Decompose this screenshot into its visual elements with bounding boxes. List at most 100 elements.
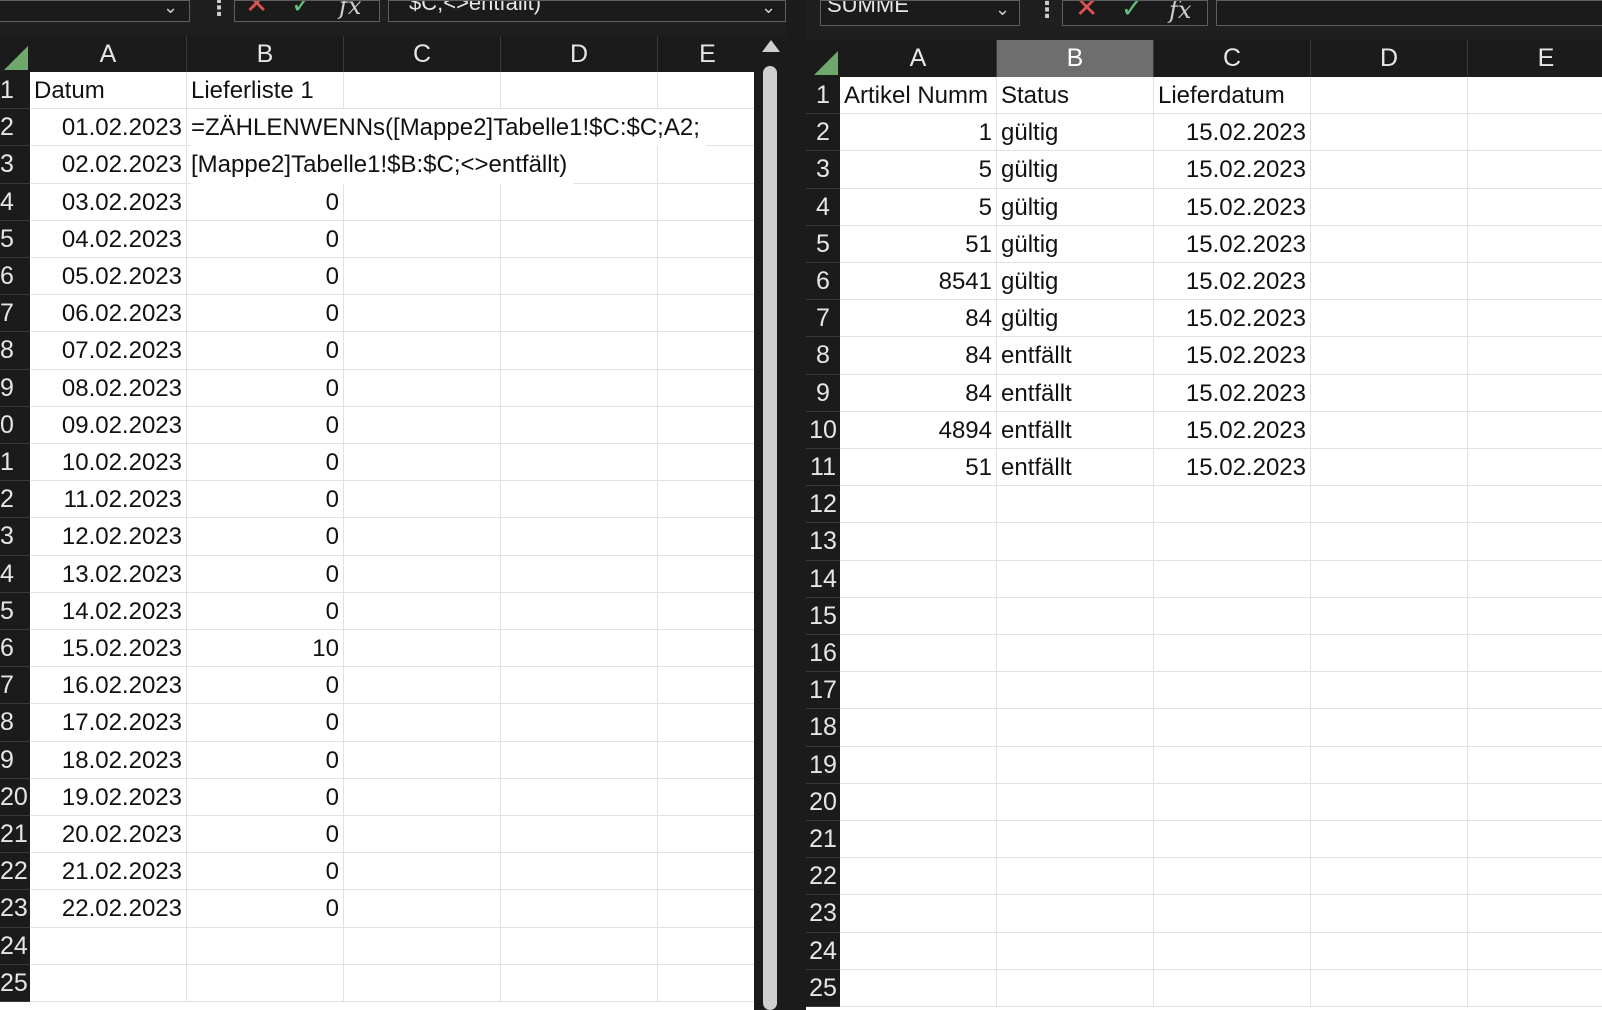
cell-d13[interactable] (1311, 523, 1468, 561)
row-header-25[interactable]: 25 (806, 969, 840, 1007)
cell-b15[interactable] (997, 597, 1154, 635)
chevron-down-icon[interactable]: ⌄ (163, 1, 178, 17)
cell-d5[interactable] (1311, 225, 1468, 263)
cell-a12[interactable]: 11.02.2023 (30, 481, 187, 519)
cell-b22[interactable] (997, 858, 1154, 896)
row-header-23[interactable]: 23 (806, 895, 840, 933)
row-header-6[interactable]: 6 (0, 258, 30, 296)
cell-e15[interactable] (658, 592, 758, 630)
cell-d4[interactable] (1311, 188, 1468, 226)
cell-e24[interactable] (1468, 932, 1602, 970)
cell-e12[interactable] (1468, 486, 1602, 524)
row-header-14[interactable]: 4 (0, 555, 30, 593)
row-header-12[interactable]: 12 (806, 486, 840, 524)
cell-b5[interactable]: 0 (187, 220, 344, 258)
left-formula-input[interactable]: $C;<>entfällt) ⌄ (388, 0, 786, 22)
cell-c11[interactable]: 15.02.2023 (1154, 449, 1311, 487)
cell-a18[interactable] (840, 709, 997, 747)
cell-a4[interactable]: 5 (840, 188, 997, 226)
cell-e25[interactable] (1468, 969, 1602, 1007)
cell-c4[interactable]: 15.02.2023 (1154, 188, 1311, 226)
cell-d15[interactable] (1311, 597, 1468, 635)
cell-a19[interactable] (840, 746, 997, 784)
cell-d1[interactable] (1311, 77, 1468, 115)
cell-d1[interactable] (501, 72, 658, 110)
cell-a7[interactable]: 84 (840, 300, 997, 338)
cell-d18[interactable] (501, 704, 658, 742)
row-header-15[interactable]: 15 (806, 597, 840, 635)
cell-a2[interactable]: 01.02.2023 (30, 109, 187, 147)
cell-e11[interactable] (658, 444, 758, 482)
cell-d20[interactable] (1311, 783, 1468, 821)
row-header-1[interactable]: 1 (806, 77, 840, 115)
cell-d24[interactable] (1311, 932, 1468, 970)
cell-b10[interactable]: 0 (187, 406, 344, 444)
cell-b4[interactable]: 0 (187, 183, 344, 221)
cell-b25[interactable] (997, 969, 1154, 1007)
cell-e3[interactable] (658, 146, 758, 184)
cell-b6[interactable]: 0 (187, 258, 344, 296)
cell-d19[interactable] (1311, 746, 1468, 784)
cell-d23[interactable] (501, 890, 658, 928)
cell-a25[interactable] (30, 964, 187, 1002)
cell-c19[interactable] (344, 741, 501, 779)
cell-c13[interactable] (1154, 523, 1311, 561)
cell-b23[interactable]: 0 (187, 890, 344, 928)
cell-c6[interactable] (344, 258, 501, 296)
select-all-corner[interactable] (806, 40, 840, 77)
cell-d7[interactable] (501, 295, 658, 333)
cell-e24[interactable] (658, 927, 758, 965)
cell-e4[interactable] (1468, 188, 1602, 226)
row-header-2[interactable]: 2 (806, 114, 840, 152)
select-all-corner[interactable] (0, 36, 30, 72)
cell-d16[interactable] (1311, 635, 1468, 673)
cell-e13[interactable] (1468, 523, 1602, 561)
cell-d15[interactable] (501, 592, 658, 630)
cell-c15[interactable] (1154, 597, 1311, 635)
cell-a5[interactable]: 04.02.2023 (30, 220, 187, 258)
cell-d12[interactable] (501, 481, 658, 519)
cell-b14[interactable]: 0 (187, 555, 344, 593)
cell-c12[interactable] (1154, 486, 1311, 524)
row-header-21[interactable]: 21 (806, 821, 840, 859)
row-header-19[interactable]: 19 (806, 746, 840, 784)
cell-a4[interactable]: 03.02.2023 (30, 183, 187, 221)
x-icon[interactable]: ✕ (245, 1, 268, 18)
column-header-e[interactable]: E (1468, 40, 1602, 77)
cell-b24[interactable] (997, 932, 1154, 970)
cell-a2[interactable]: 1 (840, 114, 997, 152)
cell-c17[interactable] (344, 667, 501, 705)
cell-d21[interactable] (1311, 821, 1468, 859)
cell-b5[interactable]: gültig (997, 225, 1154, 263)
row-header-1[interactable]: 1 (0, 72, 30, 110)
cell-a22[interactable] (840, 858, 997, 896)
row-header-10[interactable]: 0 (0, 406, 30, 444)
cell-b18[interactable] (997, 709, 1154, 747)
cell-c1[interactable] (344, 72, 501, 110)
cell-d3[interactable] (1311, 151, 1468, 189)
cell-c14[interactable] (344, 555, 501, 593)
cell-e22[interactable] (1468, 858, 1602, 896)
row-header-25[interactable]: 25 (0, 964, 30, 1002)
cell-a6[interactable]: 05.02.2023 (30, 258, 187, 296)
cell-c7[interactable]: 15.02.2023 (1154, 300, 1311, 338)
cell-b15[interactable]: 0 (187, 592, 344, 630)
fx-icon[interactable]: fx (1169, 1, 1191, 22)
cell-a3[interactable]: 5 (840, 151, 997, 189)
cell-a20[interactable] (840, 783, 997, 821)
cell-c16[interactable] (344, 630, 501, 668)
cell-e17[interactable] (658, 667, 758, 705)
cell-d24[interactable] (501, 927, 658, 965)
cell-a17[interactable] (840, 672, 997, 710)
cell-c7[interactable] (344, 295, 501, 333)
cell-d11[interactable] (501, 444, 658, 482)
cell-e20[interactable] (658, 778, 758, 816)
cell-a23[interactable]: 22.02.2023 (30, 890, 187, 928)
cell-d25[interactable] (1311, 969, 1468, 1007)
cell-d20[interactable] (501, 778, 658, 816)
cell-d2[interactable] (1311, 114, 1468, 152)
cell-d4[interactable] (501, 183, 658, 221)
cell-c9[interactable]: 15.02.2023 (1154, 374, 1311, 412)
cell-a19[interactable]: 18.02.2023 (30, 741, 187, 779)
cell-d14[interactable] (501, 555, 658, 593)
